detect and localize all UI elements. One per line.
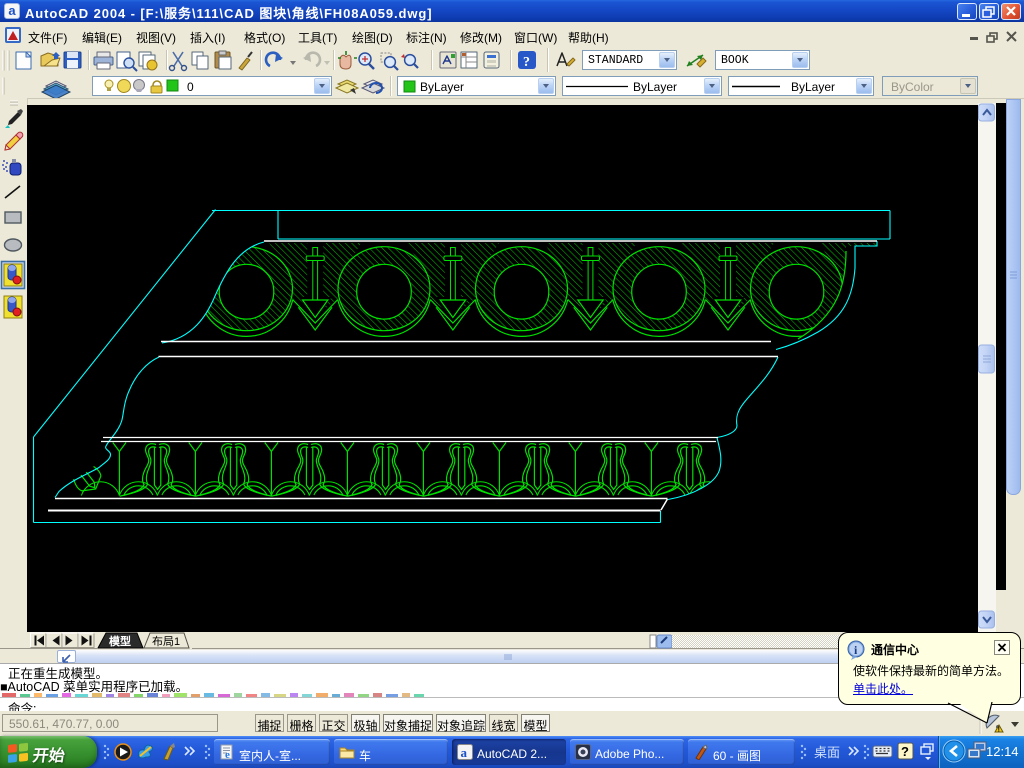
- svg-text:桌面: 桌面: [814, 745, 840, 760]
- svg-text:布局1: 布局1: [152, 635, 180, 648]
- svg-text:a: a: [461, 745, 468, 760]
- svg-text:模型: 模型: [109, 634, 131, 648]
- svg-text:?: ?: [523, 55, 530, 70]
- svg-text:e: e: [225, 749, 230, 760]
- svg-text:12:14: 12:14: [986, 744, 1019, 759]
- svg-text:?: ?: [901, 744, 909, 759]
